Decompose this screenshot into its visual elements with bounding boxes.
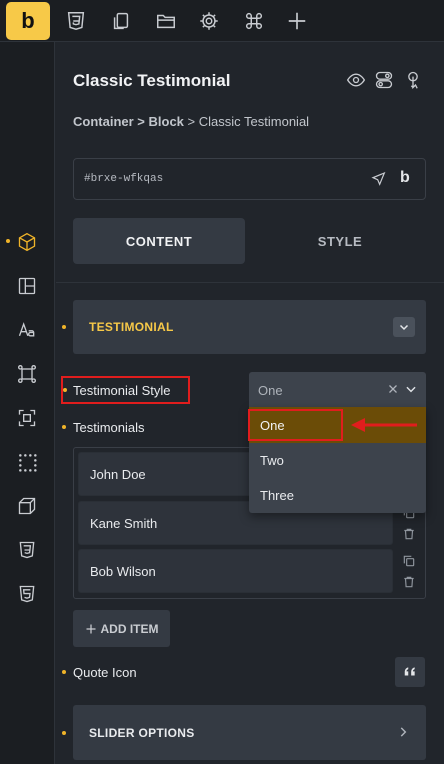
testimonial-style-label: Testimonial Style (73, 383, 171, 398)
box-3d-icon[interactable] (17, 496, 37, 516)
breadcrumb-separator: > (187, 114, 196, 129)
testimonials-label: Testimonials (73, 420, 145, 435)
bricks-b-icon[interactable]: b (400, 169, 410, 187)
css3-icon[interactable] (17, 540, 37, 560)
css3-icon[interactable] (65, 10, 87, 32)
trash-icon[interactable] (402, 527, 416, 541)
dropdown-option-label: Three (260, 488, 294, 503)
breadcrumb-separator: > (137, 114, 145, 129)
list-item[interactable]: Bob Wilson (78, 549, 393, 593)
plus-icon[interactable] (286, 10, 308, 32)
cursor-select-icon[interactable] (371, 171, 387, 187)
highlight-box (248, 409, 343, 441)
section-slider-title: SLIDER OPTIONS (89, 726, 195, 740)
copy-icon[interactable] (110, 10, 132, 32)
chevron-right-icon[interactable] (396, 725, 410, 739)
dot-grid-icon[interactable] (17, 452, 37, 472)
cube-icon[interactable] (17, 232, 37, 252)
arrow-annotation (349, 417, 419, 433)
left-sidebar (0, 42, 55, 764)
modified-dot (62, 670, 66, 674)
breadcrumb-current: Classic Testimonial (198, 114, 310, 129)
gear-icon[interactable] (198, 10, 220, 32)
element-id-field[interactable]: #brxe-wfkqas b (73, 158, 426, 200)
quote-icon-label: Quote Icon (73, 665, 137, 680)
tab-content[interactable]: CONTENT (73, 218, 245, 264)
eye-icon[interactable] (346, 70, 366, 90)
folder-icon[interactable] (155, 10, 177, 32)
layout-icon[interactable] (17, 276, 37, 296)
dropdown-option[interactable]: Three (249, 478, 426, 512)
add-item-label: ADD ITEM (100, 621, 159, 636)
page-title: Classic Testimonial (73, 71, 231, 90)
bricks-logo[interactable]: b (6, 2, 50, 40)
duplicate-icon[interactable] (402, 554, 416, 568)
active-indicator-dot (6, 239, 10, 243)
breadcrumb-container[interactable]: Container (73, 114, 134, 129)
modified-dot (62, 425, 66, 429)
section-testimonial-title: TESTIMONIAL (89, 320, 174, 334)
trash-icon[interactable] (402, 575, 416, 589)
html5-icon[interactable] (17, 584, 37, 604)
quote-icon-button[interactable] (395, 657, 425, 687)
element-id-text: #brxe-wfkqas (84, 173, 164, 185)
section-testimonial[interactable]: TESTIMONIAL (73, 300, 426, 354)
tab-style[interactable]: STYLE (254, 218, 426, 264)
typography-icon[interactable] (17, 320, 37, 340)
modified-dot (62, 731, 66, 735)
quote-icon (404, 667, 415, 676)
dropdown-option[interactable]: Two (249, 443, 426, 477)
pointer-click-icon[interactable] (403, 70, 423, 90)
modified-dot (62, 325, 66, 329)
divider (56, 282, 444, 283)
dropdown-option-label: Two (260, 453, 284, 468)
section-slider-options[interactable]: SLIDER OPTIONS (73, 705, 426, 760)
chevron-down-icon[interactable] (393, 317, 415, 337)
clear-icon[interactable] (387, 383, 399, 395)
command-icon[interactable] (243, 10, 265, 32)
frame-icon[interactable] (17, 364, 37, 384)
chevron-down-icon[interactable] (404, 382, 418, 396)
add-item-button[interactable]: ADD ITEM (73, 610, 170, 647)
testimonial-style-select[interactable]: One (249, 372, 426, 408)
toggle-icon[interactable] (374, 70, 394, 90)
breadcrumb: Container > Block > Classic Testimonial (73, 114, 309, 129)
top-toolbar: b (0, 0, 444, 42)
resize-icon[interactable] (17, 408, 37, 428)
breadcrumb-block[interactable]: Block (149, 114, 184, 129)
plus-icon (86, 624, 95, 633)
select-value: One (258, 383, 283, 398)
